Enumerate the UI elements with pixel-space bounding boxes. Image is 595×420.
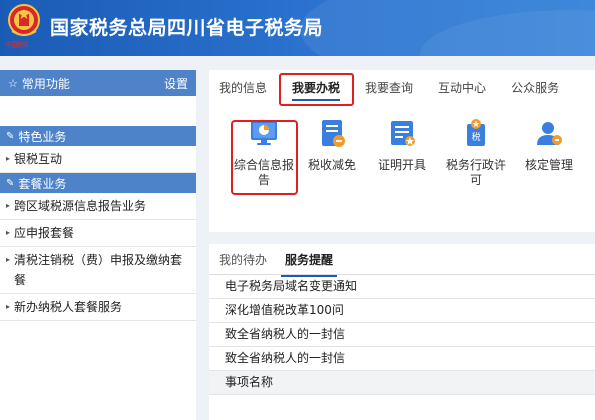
sidebar-item-label: 清税注销税（费）申报及缴纳套餐 — [14, 253, 183, 287]
section-title: 套餐业务 — [18, 176, 67, 191]
assessment-user-icon — [537, 122, 562, 145]
sidebar-item-deregistration[interactable]: ▸ 清税注销税（费）申报及缴纳套餐 — [0, 247, 196, 294]
notice-item[interactable]: 致全省纳税人的一封信 — [209, 347, 595, 371]
tab-query[interactable]: 我要查询 — [365, 79, 413, 96]
section-header-special: ✎ 特色业务 — [0, 126, 196, 146]
reminder-tabs: 我的待办 服务提醒 — [209, 244, 595, 277]
tile-tax-relief[interactable]: 税收减免 — [297, 118, 367, 173]
settings-link[interactable]: 设置 — [164, 75, 188, 92]
tile-label: 证明开具 — [377, 158, 426, 172]
common-functions-bar: ☆ 常用功能 设置 — [0, 70, 196, 96]
bullet-icon: ▸ — [6, 201, 11, 210]
site-header: 中国税务 国家税务总局四川省电子税务局 — [0, 0, 595, 56]
star-icon: ☆ — [8, 76, 18, 90]
tax-license-icon: 税 — [467, 119, 485, 146]
svg-text:税: 税 — [471, 131, 480, 143]
highlight-box — [279, 73, 354, 106]
table-header: 事项名称 — [209, 371, 595, 395]
tile-tax-license[interactable]: 税 税务行政许可 — [441, 118, 511, 188]
highlight-box — [231, 120, 298, 195]
sidebar-item-label: 新办纳税人套餐服务 — [14, 300, 123, 314]
pencil-icon: ✎ — [6, 177, 15, 189]
notice-item[interactable]: 致全省纳税人的一封信 — [209, 323, 595, 347]
tab-my-info[interactable]: 我的信息 — [219, 79, 267, 96]
tile-assessment[interactable]: 核定管理 — [514, 118, 584, 173]
common-functions-list — [0, 96, 196, 126]
tab-service-reminder[interactable]: 服务提醒 — [281, 251, 338, 277]
tax-emblem-icon — [8, 4, 40, 36]
tile-label: 税收减免 — [307, 158, 356, 172]
tab-public-service[interactable]: 公众服务 — [511, 79, 559, 96]
sidebar-item-bank-tax[interactable]: ▸ 银税互动 — [0, 146, 196, 173]
bullet-icon: ▸ — [6, 255, 11, 264]
tile-label: 核定管理 — [524, 158, 573, 172]
common-functions-label: 常用功能 — [21, 76, 70, 91]
tile-label: 税务行政许可 — [445, 158, 506, 187]
certificate-icon — [391, 121, 415, 146]
tab-interaction[interactable]: 互动中心 — [438, 79, 486, 96]
pencil-icon: ✎ — [6, 130, 15, 142]
tax-relief-icon — [322, 120, 345, 147]
reminder-panel: 我的待办 服务提醒 电子税务局域名变更通知 深化增值税改革100问 致全省纳税人… — [209, 244, 595, 420]
section-title: 特色业务 — [18, 129, 67, 144]
sidebar-item-label: 银税互动 — [14, 152, 63, 166]
notice-item[interactable]: 电子税务局域名变更通知 — [209, 275, 595, 299]
sidebar-item-new-taxpayer[interactable]: ▸ 新办纳税人套餐服务 — [0, 294, 196, 321]
tile-certificate[interactable]: 证明开具 — [367, 118, 437, 173]
bullet-icon: ▸ — [6, 228, 11, 237]
notice-item[interactable]: 深化增值税改革100问 — [209, 299, 595, 323]
bullet-icon: ▸ — [6, 154, 11, 163]
main-tabs: 我的信息 我要办税 我要查询 互动中心 公众服务 — [209, 70, 595, 104]
sidebar-item-declaration-package[interactable]: ▸ 应申报套餐 — [0, 220, 196, 247]
sidebar-item-label: 跨区域税源信息报告业务 — [14, 199, 147, 213]
bullet-icon: ▸ — [6, 302, 11, 311]
sidebar-item-cross-region[interactable]: ▸ 跨区域税源信息报告业务 — [0, 193, 196, 220]
site-title[interactable]: 国家税务总局四川省电子税务局 — [50, 13, 323, 40]
sidebar: ☆ 常用功能 设置 ✎ 特色业务 ▸ 银税互动 ✎ 套餐业务 ▸ 跨区域税源信息… — [0, 70, 196, 420]
emblem-caption: 中国税务 — [6, 41, 29, 49]
service-panel: 我的信息 我要办税 我要查询 互动中心 公众服务 综合信息报告 税收减免 证明开… — [209, 70, 595, 232]
sidebar-item-label: 应申报套餐 — [14, 226, 75, 240]
tab-my-todo[interactable]: 我的待办 — [219, 251, 267, 268]
section-header-package: ✎ 套餐业务 — [0, 173, 196, 193]
